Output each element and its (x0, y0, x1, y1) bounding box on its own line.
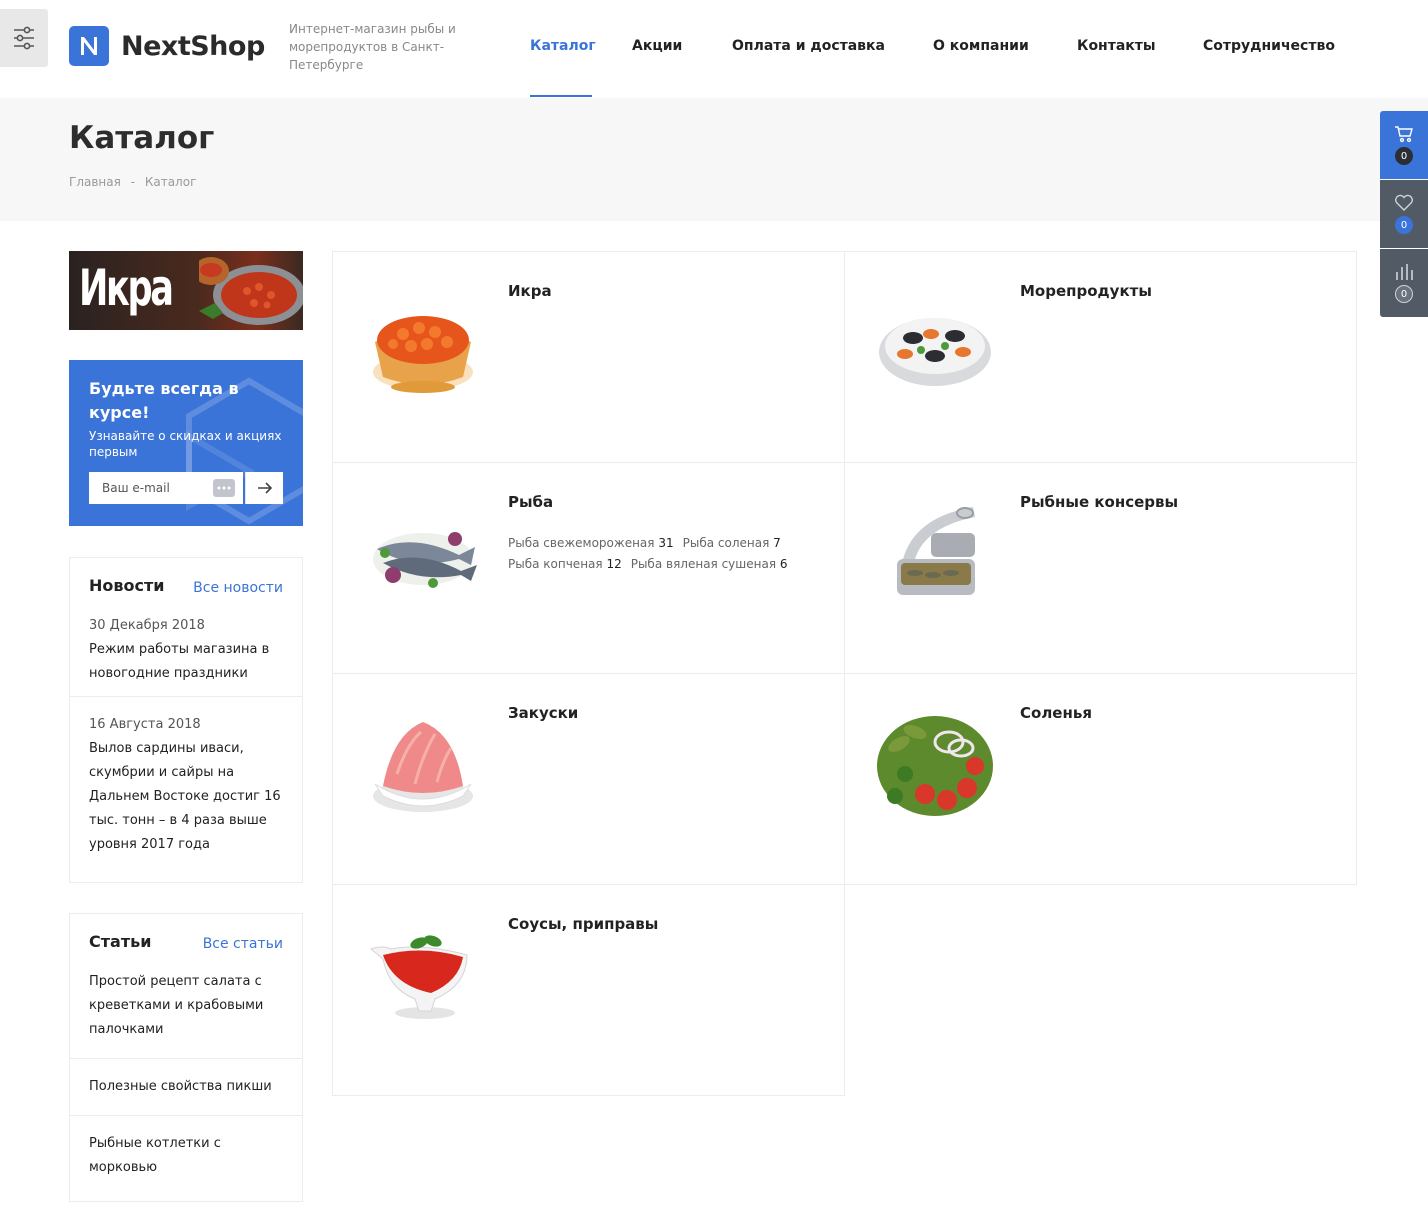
catalog-section-fish: Рыба Рыба свежемороженая 31 Рыба соленая … (332, 462, 845, 674)
site-logo[interactable]: NextShop (69, 26, 265, 66)
side-compare-button[interactable]: 0 (1380, 249, 1428, 317)
side-favorites-button[interactable]: 0 (1380, 180, 1428, 248)
subcategory-count: 6 (779, 557, 788, 571)
subcategory-link[interactable]: Рыба соленая 7 (683, 536, 781, 550)
category-name[interactable]: Рыбные консервы (1020, 493, 1178, 511)
news-title: Новости (89, 576, 165, 595)
subcategory-count: 31 (658, 536, 674, 550)
compare-count-badge: 0 (1395, 285, 1413, 303)
news-widget: Новости Все новости 30 Декабря 2018 Режи… (69, 557, 303, 883)
fish-image[interactable] (363, 493, 483, 613)
subscribe-widget: Будьте всегда в курсе! Узнавайте о скидк… (69, 360, 303, 526)
nav-contacts[interactable]: Контакты (1077, 38, 1156, 54)
category-name[interactable]: Соленья (1020, 704, 1092, 722)
category-name[interactable]: Закуски (508, 704, 578, 722)
logo-n-icon (69, 26, 109, 66)
subscribe-submit-button[interactable] (245, 472, 283, 504)
subcategory-link[interactable]: Рыба копченая 12 (508, 557, 622, 571)
article-item[interactable]: Полезные свойства пикши (70, 1058, 302, 1115)
breadcrumb-separator: - (130, 175, 136, 189)
articles-title: Статьи (89, 932, 152, 951)
logo-text: NextShop (121, 30, 265, 62)
banner-title: Икра (79, 259, 174, 317)
article-item[interactable]: Рыбные котлетки с морковью (70, 1115, 302, 1196)
nav-payment-delivery[interactable]: Оплата и доставка (732, 38, 885, 54)
news-headline[interactable]: Вылов сардины иваси, скумбрии и сайры на… (89, 737, 283, 857)
pickles-image[interactable] (875, 704, 995, 824)
sauces-image[interactable] (363, 915, 483, 1035)
news-date: 30 Декабря 2018 (89, 618, 205, 633)
cart-icon (1395, 126, 1413, 143)
all-news-link[interactable]: Все новости (193, 580, 283, 596)
cart-count-badge: 0 (1395, 147, 1413, 165)
nav-cooperation[interactable]: Сотрудничество (1203, 38, 1335, 54)
subcategory-link[interactable]: Рыба свежемороженая 31 (508, 536, 674, 550)
menu-toggle-button[interactable] (0, 9, 48, 67)
category-name[interactable]: Соусы, приправы (508, 915, 658, 933)
nav-active-indicator (530, 95, 592, 97)
catalog-section-canned-fish: Рыбные консервы (844, 462, 1357, 674)
news-date: 16 Августа 2018 (89, 717, 201, 732)
article-item[interactable]: Простой рецепт салата с креветками и кра… (70, 970, 302, 1058)
autofill-dots-icon (213, 479, 235, 497)
catalog-section-pickles: Соленья (844, 673, 1357, 885)
subcategory-list: Рыба свежемороженая 31 Рыба соленая 7 Рыб… (508, 533, 828, 575)
category-name[interactable]: Икра (508, 282, 552, 300)
heart-icon (1395, 194, 1413, 211)
news-item[interactable]: 30 Декабря 2018 Режим работы магазина в … (70, 614, 302, 696)
category-name[interactable]: Морепродукты (1020, 282, 1152, 300)
breadcrumb-home[interactable]: Главная (69, 175, 121, 189)
category-name[interactable]: Рыба (508, 493, 553, 511)
news-item[interactable]: 16 Августа 2018 Вылов сардины иваси, ску… (70, 696, 302, 867)
filter-sliders-icon (14, 26, 34, 50)
subcategory-link[interactable]: Рыба вяленая сушеная 6 (631, 557, 788, 571)
subcategory-count: 7 (773, 536, 781, 550)
arrow-right-icon (257, 482, 272, 494)
articles-widget: Статьи Все статьи Простой рецепт салата … (69, 913, 303, 1202)
favorites-count-badge: 0 (1395, 216, 1413, 234)
nav-catalog[interactable]: Каталог (530, 38, 596, 54)
compare-bars-icon (1396, 264, 1413, 280)
seafood-image[interactable] (875, 282, 995, 402)
nav-promotions[interactable]: Акции (632, 38, 682, 54)
breadcrumb-current: Каталог (144, 175, 197, 189)
breadcrumb: Главная - Каталог (69, 175, 196, 189)
page-title: Каталог (69, 120, 215, 156)
snacks-image[interactable] (363, 704, 483, 824)
page-title-band: Каталог Главная - Каталог (0, 98, 1428, 221)
subcategory-count: 12 (606, 557, 622, 571)
caviar-bowl-picture (199, 257, 303, 325)
side-cart-button[interactable]: 0 (1380, 111, 1428, 179)
subscribe-text: Узнавайте о скидках и акциях первым (89, 429, 282, 459)
subscribe-title: Будьте всегда в курсе! (89, 379, 239, 422)
catalog-section-sauces: Соусы, приправы (332, 884, 845, 1096)
caviar-promo-banner[interactable]: Икра (69, 251, 303, 330)
catalog-section-caviar: Икра (332, 251, 845, 463)
all-articles-link[interactable]: Все статьи (203, 936, 283, 952)
caviar-image[interactable] (363, 282, 483, 402)
catalog-section-seafood: Морепродукты (844, 251, 1357, 463)
nav-about[interactable]: О компании (933, 38, 1029, 54)
news-headline[interactable]: Режим работы магазина в новогодние празд… (89, 638, 283, 686)
site-slogan: Интернет-магазин рыбы и морепродуктов в … (289, 22, 456, 72)
catalog-section-snacks: Закуски (332, 673, 845, 885)
canned-fish-image[interactable] (875, 493, 995, 613)
